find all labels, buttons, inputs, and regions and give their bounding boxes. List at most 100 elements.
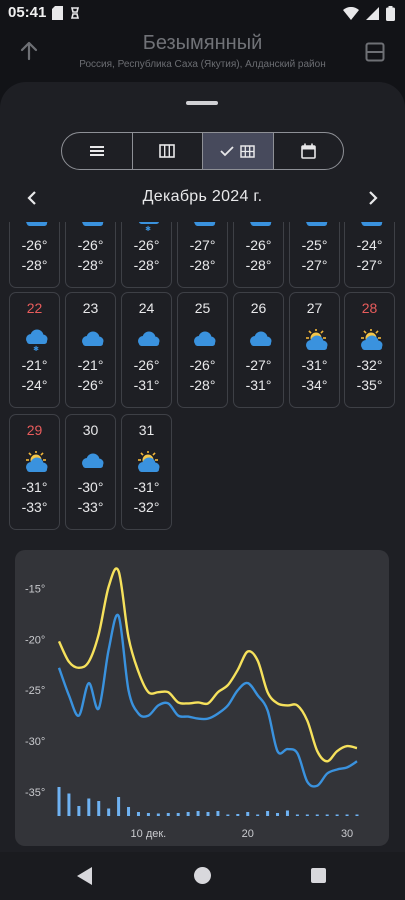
status-icons-left xyxy=(52,6,81,20)
day-min-temp: -33° xyxy=(77,499,104,515)
precipitation-bar xyxy=(117,797,121,816)
calendar-day-cell[interactable]: 29 -31° -33° xyxy=(9,414,60,530)
wifi-icon xyxy=(343,7,359,20)
precipitation-bar xyxy=(196,811,200,816)
day-number: 31 xyxy=(138,422,155,438)
calendar-day-cell[interactable]: 25 -26° -28° xyxy=(177,292,228,408)
day-number: 23 xyxy=(82,300,99,316)
day-max-temp: -21° xyxy=(21,357,48,373)
grid-view-button[interactable] xyxy=(203,133,274,169)
precipitation-bar xyxy=(97,801,101,816)
day-max-temp: -27° xyxy=(245,357,272,373)
precipitation-bar xyxy=(355,814,359,816)
precipitation-bar xyxy=(166,813,170,816)
location-subtitle: Россия, Республика Саха (Якутия), Алданс… xyxy=(79,59,326,70)
day-min-temp: -26° xyxy=(77,377,104,393)
home-button[interactable] xyxy=(194,867,211,884)
back-icon[interactable] xyxy=(76,866,94,886)
calendar-day-cell[interactable]: 31 -31° -32° xyxy=(121,414,172,530)
calendar-day-cell[interactable]: 26 -27° -31° xyxy=(233,292,284,408)
day-max-temp: -26° xyxy=(189,357,216,373)
day-number: 22 xyxy=(26,300,43,316)
calendar-day-cell[interactable]: -26° -28° xyxy=(65,222,116,288)
cloud-icon xyxy=(246,222,274,231)
svg-text:✱: ✱ xyxy=(33,345,39,351)
precipitation-bar xyxy=(345,814,349,816)
cloud-icon xyxy=(357,222,385,231)
cloud-icon xyxy=(190,222,218,231)
month-title: Декабрь 2024 г. xyxy=(142,188,263,205)
calendar-day-cell[interactable]: 23 -21° -26° xyxy=(65,292,116,408)
precipitation-bar xyxy=(67,793,71,816)
sun-cloud-icon xyxy=(134,450,162,473)
layout-icon[interactable] xyxy=(365,42,385,62)
system-nav-bar xyxy=(0,852,405,900)
day-max-temp: -32° xyxy=(356,357,383,373)
app-header: Безымянный Россия, Республика Саха (Якут… xyxy=(0,26,405,84)
day-min-temp: -28° xyxy=(245,257,272,273)
calendar-day-cell[interactable]: 22 ✱ -21° -24° xyxy=(9,292,60,408)
day-min-temp: -35° xyxy=(356,377,383,393)
day-number: 26 xyxy=(250,300,267,316)
precipitation-bar xyxy=(226,814,230,816)
recents-button[interactable] xyxy=(311,868,326,883)
y-tick-label: -20° xyxy=(25,634,45,646)
drag-handle[interactable] xyxy=(186,101,218,105)
calendar-day-cell[interactable]: 30 -30° -33° xyxy=(65,414,116,530)
precipitation-bar xyxy=(295,814,299,816)
calendar-day-cell[interactable]: -25° -27° xyxy=(289,222,340,288)
x-tick-label: 30 xyxy=(341,828,353,840)
precipitation-bar xyxy=(136,812,140,816)
location-title: Безымянный xyxy=(142,32,263,54)
precipitation-bar xyxy=(127,807,131,816)
y-tick-label: -15° xyxy=(25,584,45,596)
day-number: 25 xyxy=(194,300,211,316)
calendar-view-button[interactable] xyxy=(274,133,344,169)
day-max-temp: -26° xyxy=(133,357,160,373)
sync-icon xyxy=(70,7,80,19)
calendar-day-cell[interactable]: -24° -27° xyxy=(344,222,395,288)
day-max-temp: -25° xyxy=(301,237,328,253)
day-min-temp: -28° xyxy=(21,257,48,273)
precipitation-bar xyxy=(236,814,240,816)
calendar-day-cell[interactable]: ✱ -26° -28° xyxy=(121,222,172,288)
cloud-icon xyxy=(78,451,106,473)
precipitation-bar xyxy=(266,811,270,816)
svg-text:✱: ✱ xyxy=(145,225,151,231)
day-max-temp: -21° xyxy=(77,357,104,373)
temperature-chart: -15° -20° -25° -30° -35° 10 дек. 20 30 xyxy=(15,550,389,846)
day-min-temp: -27° xyxy=(301,257,328,273)
day-number: 30 xyxy=(82,422,99,438)
cloud-icon xyxy=(302,222,330,231)
calendar-day-cell[interactable]: 27 -31° -34° xyxy=(289,292,340,408)
day-max-temp: -30° xyxy=(77,479,104,495)
calendar-day-cell[interactable]: 28 -32° -35° xyxy=(344,292,395,408)
precipitation-bar xyxy=(176,813,180,816)
day-max-temp: -26° xyxy=(245,237,272,253)
day-min-temp: -31° xyxy=(245,377,272,393)
bottom-sheet: Декабрь 2024 г. -26° -28° -26° -28° ✱ -2… xyxy=(0,82,405,852)
calendar-day-cell[interactable]: -26° -28° xyxy=(233,222,284,288)
day-min-temp: -24° xyxy=(21,377,48,393)
day-max-temp: -31° xyxy=(301,357,328,373)
cloud-icon xyxy=(78,222,106,231)
precipitation-bar xyxy=(186,812,190,816)
calendar-day-cell[interactable]: 24 -26° -31° xyxy=(121,292,172,408)
calendar-day-cell[interactable]: -26° -28° xyxy=(9,222,60,288)
precipitation-bar xyxy=(335,814,339,816)
sun-cloud-icon xyxy=(302,328,330,351)
columns-view-button[interactable] xyxy=(133,133,203,169)
check-icon xyxy=(220,146,234,157)
sun-cloud-icon xyxy=(22,450,50,473)
calendar-icon xyxy=(300,143,316,159)
calendar-day-cell[interactable]: -27° -28° xyxy=(177,222,228,288)
y-tick-label: -30° xyxy=(25,736,45,748)
snow-cloud-icon: ✱ xyxy=(22,329,50,353)
chevron-right-icon[interactable] xyxy=(363,188,383,208)
sd-card-icon xyxy=(52,6,63,20)
list-view-button[interactable] xyxy=(62,133,133,169)
day-max-temp: -26° xyxy=(77,237,104,253)
precipitation-bar xyxy=(206,812,210,816)
x-tick-label: 10 дек. xyxy=(131,828,167,840)
columns-icon xyxy=(159,144,176,158)
